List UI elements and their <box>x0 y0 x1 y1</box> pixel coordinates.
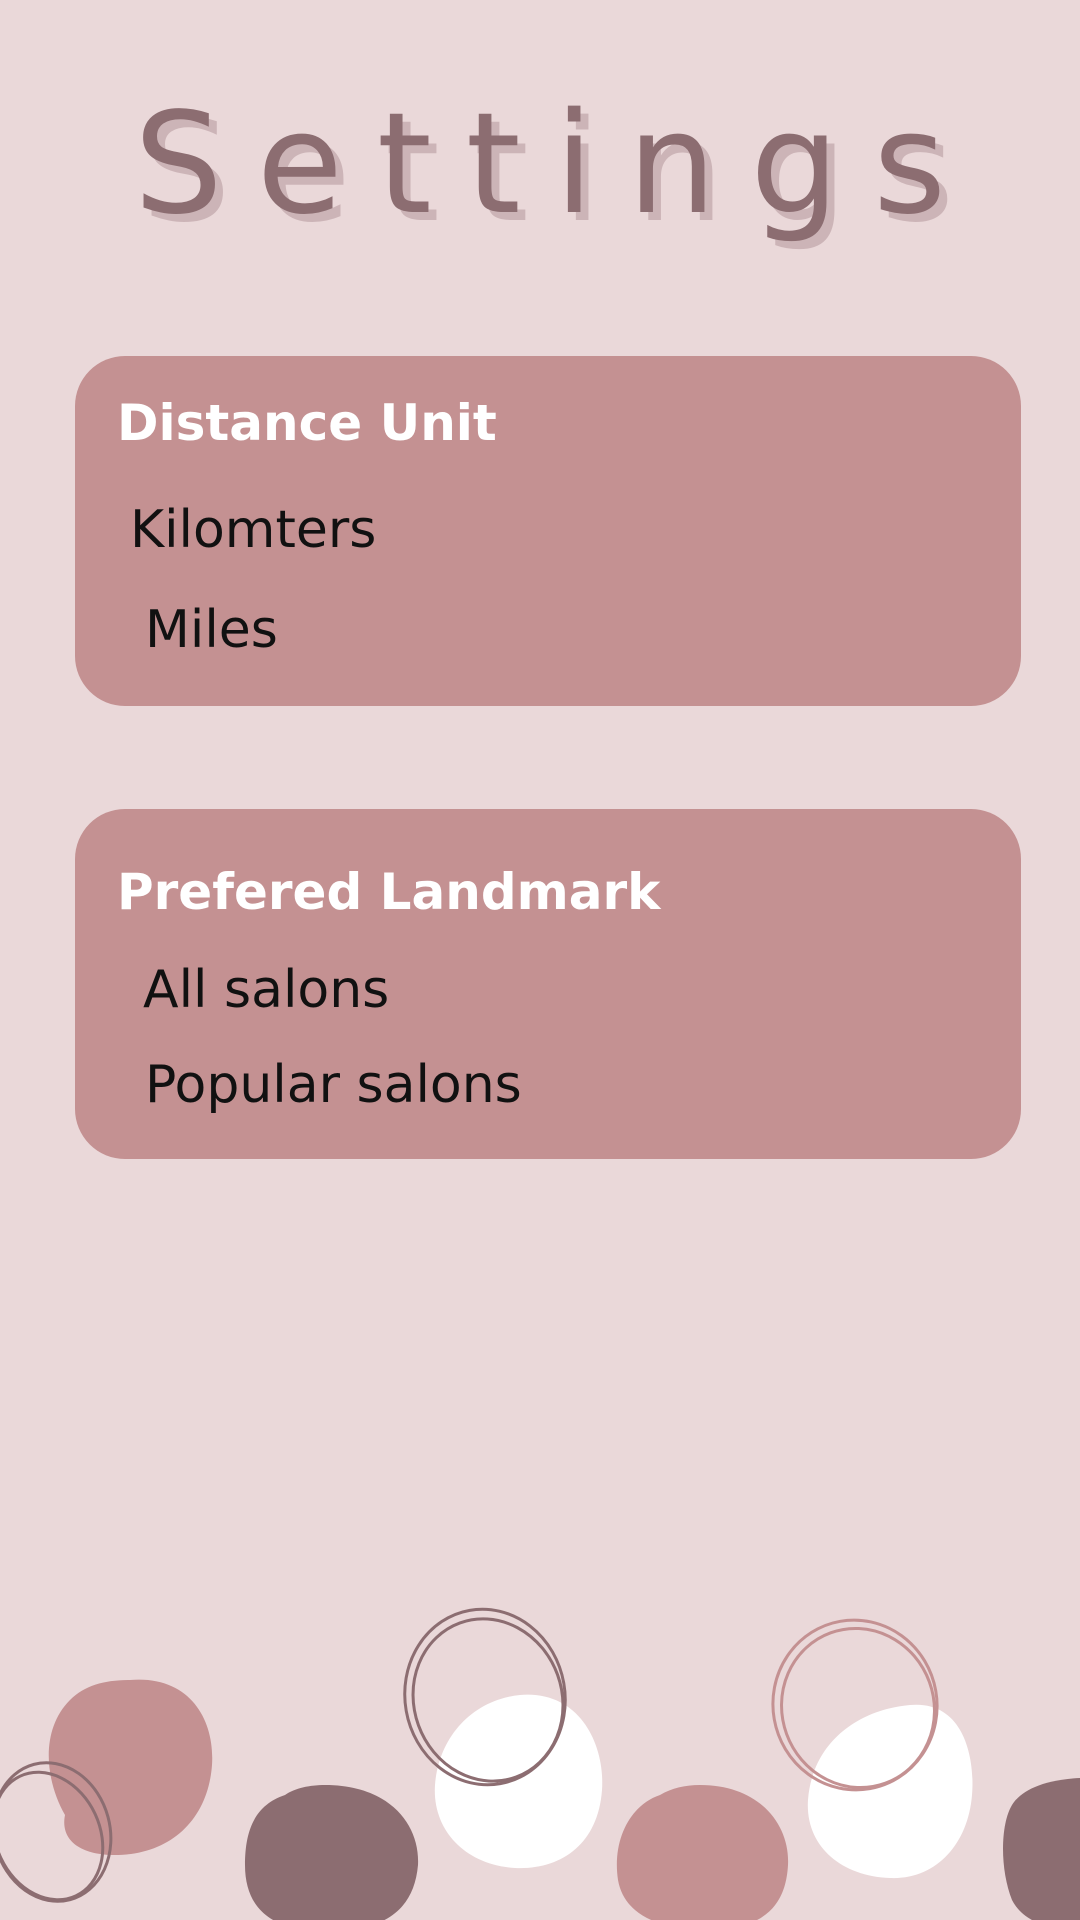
preferred-landmark-heading: Prefered Landmark <box>117 863 661 921</box>
option-popular-salons[interactable]: Popular salons <box>145 1059 522 1111</box>
page-title: Settings <box>133 83 981 246</box>
pink-blob <box>616 1785 789 1920</box>
option-miles[interactable]: Miles <box>145 604 278 656</box>
option-kilometers[interactable]: Kilomters <box>130 504 376 556</box>
dark-blob <box>245 1785 419 1920</box>
pink-blob <box>48 1679 213 1855</box>
distance-unit-card: Distance Unit Kilomters Miles <box>75 356 1021 706</box>
option-all-salons[interactable]: All salons <box>143 964 389 1016</box>
preferred-landmark-card: Prefered Landmark All salons Popular sal… <box>75 809 1021 1159</box>
white-blob <box>807 1704 973 1879</box>
distance-unit-heading: Distance Unit <box>117 394 497 452</box>
white-blob <box>434 1694 603 1869</box>
dark-blob <box>1003 1778 1080 1920</box>
decorative-blobs <box>0 1607 1080 1920</box>
